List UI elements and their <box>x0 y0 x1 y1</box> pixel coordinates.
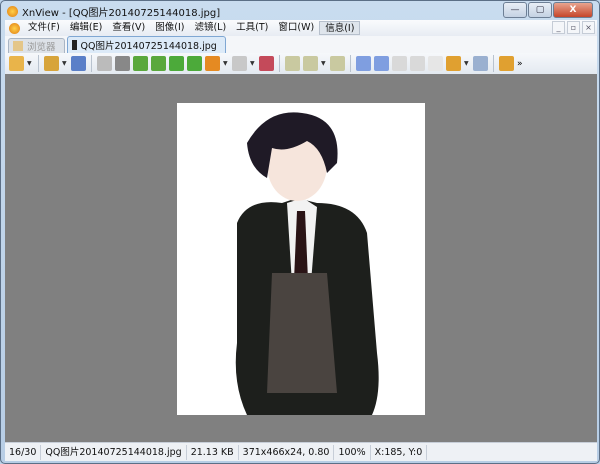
menu-window[interactable]: 窗口(W) <box>273 21 319 35</box>
window-title: XnView - [QQ图片20140725144018.jpg] <box>22 7 221 19</box>
displayed-image <box>177 103 425 415</box>
toolbar-separator <box>91 55 92 72</box>
next-icon[interactable] <box>374 56 389 71</box>
dropdown-arrow-icon[interactable]: ▼ <box>250 60 256 67</box>
minimize-button[interactable]: — <box>503 2 527 18</box>
menu-view[interactable]: 查看(V) <box>107 21 150 35</box>
fullscreen-icon[interactable] <box>499 56 514 71</box>
image-view[interactable] <box>5 74 597 442</box>
close-button[interactable]: X <box>553 2 593 18</box>
undo-icon[interactable] <box>97 56 112 71</box>
menu-image[interactable]: 图像(I) <box>150 21 189 35</box>
last-page-icon[interactable] <box>410 56 425 71</box>
copy-icon[interactable] <box>428 56 443 71</box>
menu-tools[interactable]: 工具(T) <box>231 21 273 35</box>
toolbar-separator <box>350 55 351 72</box>
crop-icon[interactable] <box>115 56 130 71</box>
menu-edit[interactable]: 编辑(E) <box>65 21 107 35</box>
browser-tree-icon <box>13 41 23 51</box>
info-icon[interactable] <box>473 56 488 71</box>
save-icon[interactable] <box>71 56 86 71</box>
toolbar: ▼ ▼ ▼ ▼ ▼ ▼ » <box>5 53 597 74</box>
status-coords: X:185, Y:0 <box>371 444 428 460</box>
menu-info[interactable]: 信息(I) <box>319 21 361 35</box>
tab-image[interactable]: QQ图片20140725144018.jpg <box>66 36 226 53</box>
toolbar-separator <box>38 55 39 72</box>
tab-bar: 浏览器 QQ图片20140725144018.jpg <box>5 36 597 53</box>
previous-icon[interactable] <box>356 56 371 71</box>
flip-horizontal-icon[interactable] <box>187 56 202 71</box>
dropdown-arrow-icon[interactable]: ▼ <box>62 60 68 67</box>
zoom-fit-icon[interactable] <box>303 56 318 71</box>
convert-icon[interactable] <box>205 56 220 71</box>
mdi-restore-button[interactable]: ▫ <box>567 21 580 34</box>
mdi-minimize-button[interactable]: _ <box>552 21 565 34</box>
image-file-icon <box>71 40 77 50</box>
zoom-in-icon[interactable] <box>285 56 300 71</box>
browser-tree-icon[interactable] <box>9 56 24 71</box>
xnview-logo-icon <box>7 5 18 17</box>
menu-filter[interactable]: 滤镜(L) <box>189 21 231 35</box>
title-bar: XnView - [QQ图片20140725144018.jpg] <box>7 4 221 19</box>
mdi-close-button[interactable]: × <box>582 21 595 34</box>
rotate-right-icon[interactable] <box>151 56 166 71</box>
adjust-colors-icon[interactable] <box>232 56 247 71</box>
status-dimensions: 371x466x24, 0.80 <box>239 444 335 460</box>
tab-label: QQ图片20140725144018.jpg <box>80 41 217 52</box>
toolbar-separator <box>493 55 494 72</box>
status-filesize: 21.13 KB <box>187 444 239 460</box>
status-bar: 16/30 QQ图片20140725144018.jpg 21.13 KB 37… <box>5 442 597 461</box>
maximize-button[interactable]: ▢ <box>528 2 552 18</box>
menu-bar: 文件(F) 编辑(E) 查看(V) 图像(I) 滤镜(L) 工具(T) 窗口(W… <box>5 20 597 36</box>
status-filename: QQ图片20140725144018.jpg <box>41 444 187 460</box>
open-folder-icon[interactable] <box>44 56 59 71</box>
dropdown-arrow-icon[interactable]: ▼ <box>223 60 229 67</box>
effects-icon[interactable] <box>259 56 274 71</box>
app-menu-icon[interactable] <box>9 22 20 34</box>
toolbar-overflow-button[interactable]: » <box>517 59 523 69</box>
flip-vertical-icon[interactable] <box>169 56 184 71</box>
tab-browser[interactable]: 浏览器 <box>8 38 65 53</box>
toolbar-separator <box>279 55 280 72</box>
dropdown-arrow-icon[interactable]: ▼ <box>321 60 327 67</box>
dropdown-arrow-icon[interactable]: ▼ <box>27 60 33 67</box>
zoom-out-icon[interactable] <box>330 56 345 71</box>
rotate-left-icon[interactable] <box>133 56 148 71</box>
status-index: 16/30 <box>5 444 42 460</box>
xnview-window: XnView - [QQ图片20140725144018.jpg] — ▢ X … <box>0 0 600 464</box>
first-page-icon[interactable] <box>392 56 407 71</box>
status-zoom: 100% <box>334 444 371 460</box>
slideshow-icon[interactable] <box>446 56 461 71</box>
tab-label: 浏览器 <box>27 42 56 53</box>
dropdown-arrow-icon[interactable]: ▼ <box>464 60 470 67</box>
menu-file[interactable]: 文件(F) <box>23 21 65 35</box>
